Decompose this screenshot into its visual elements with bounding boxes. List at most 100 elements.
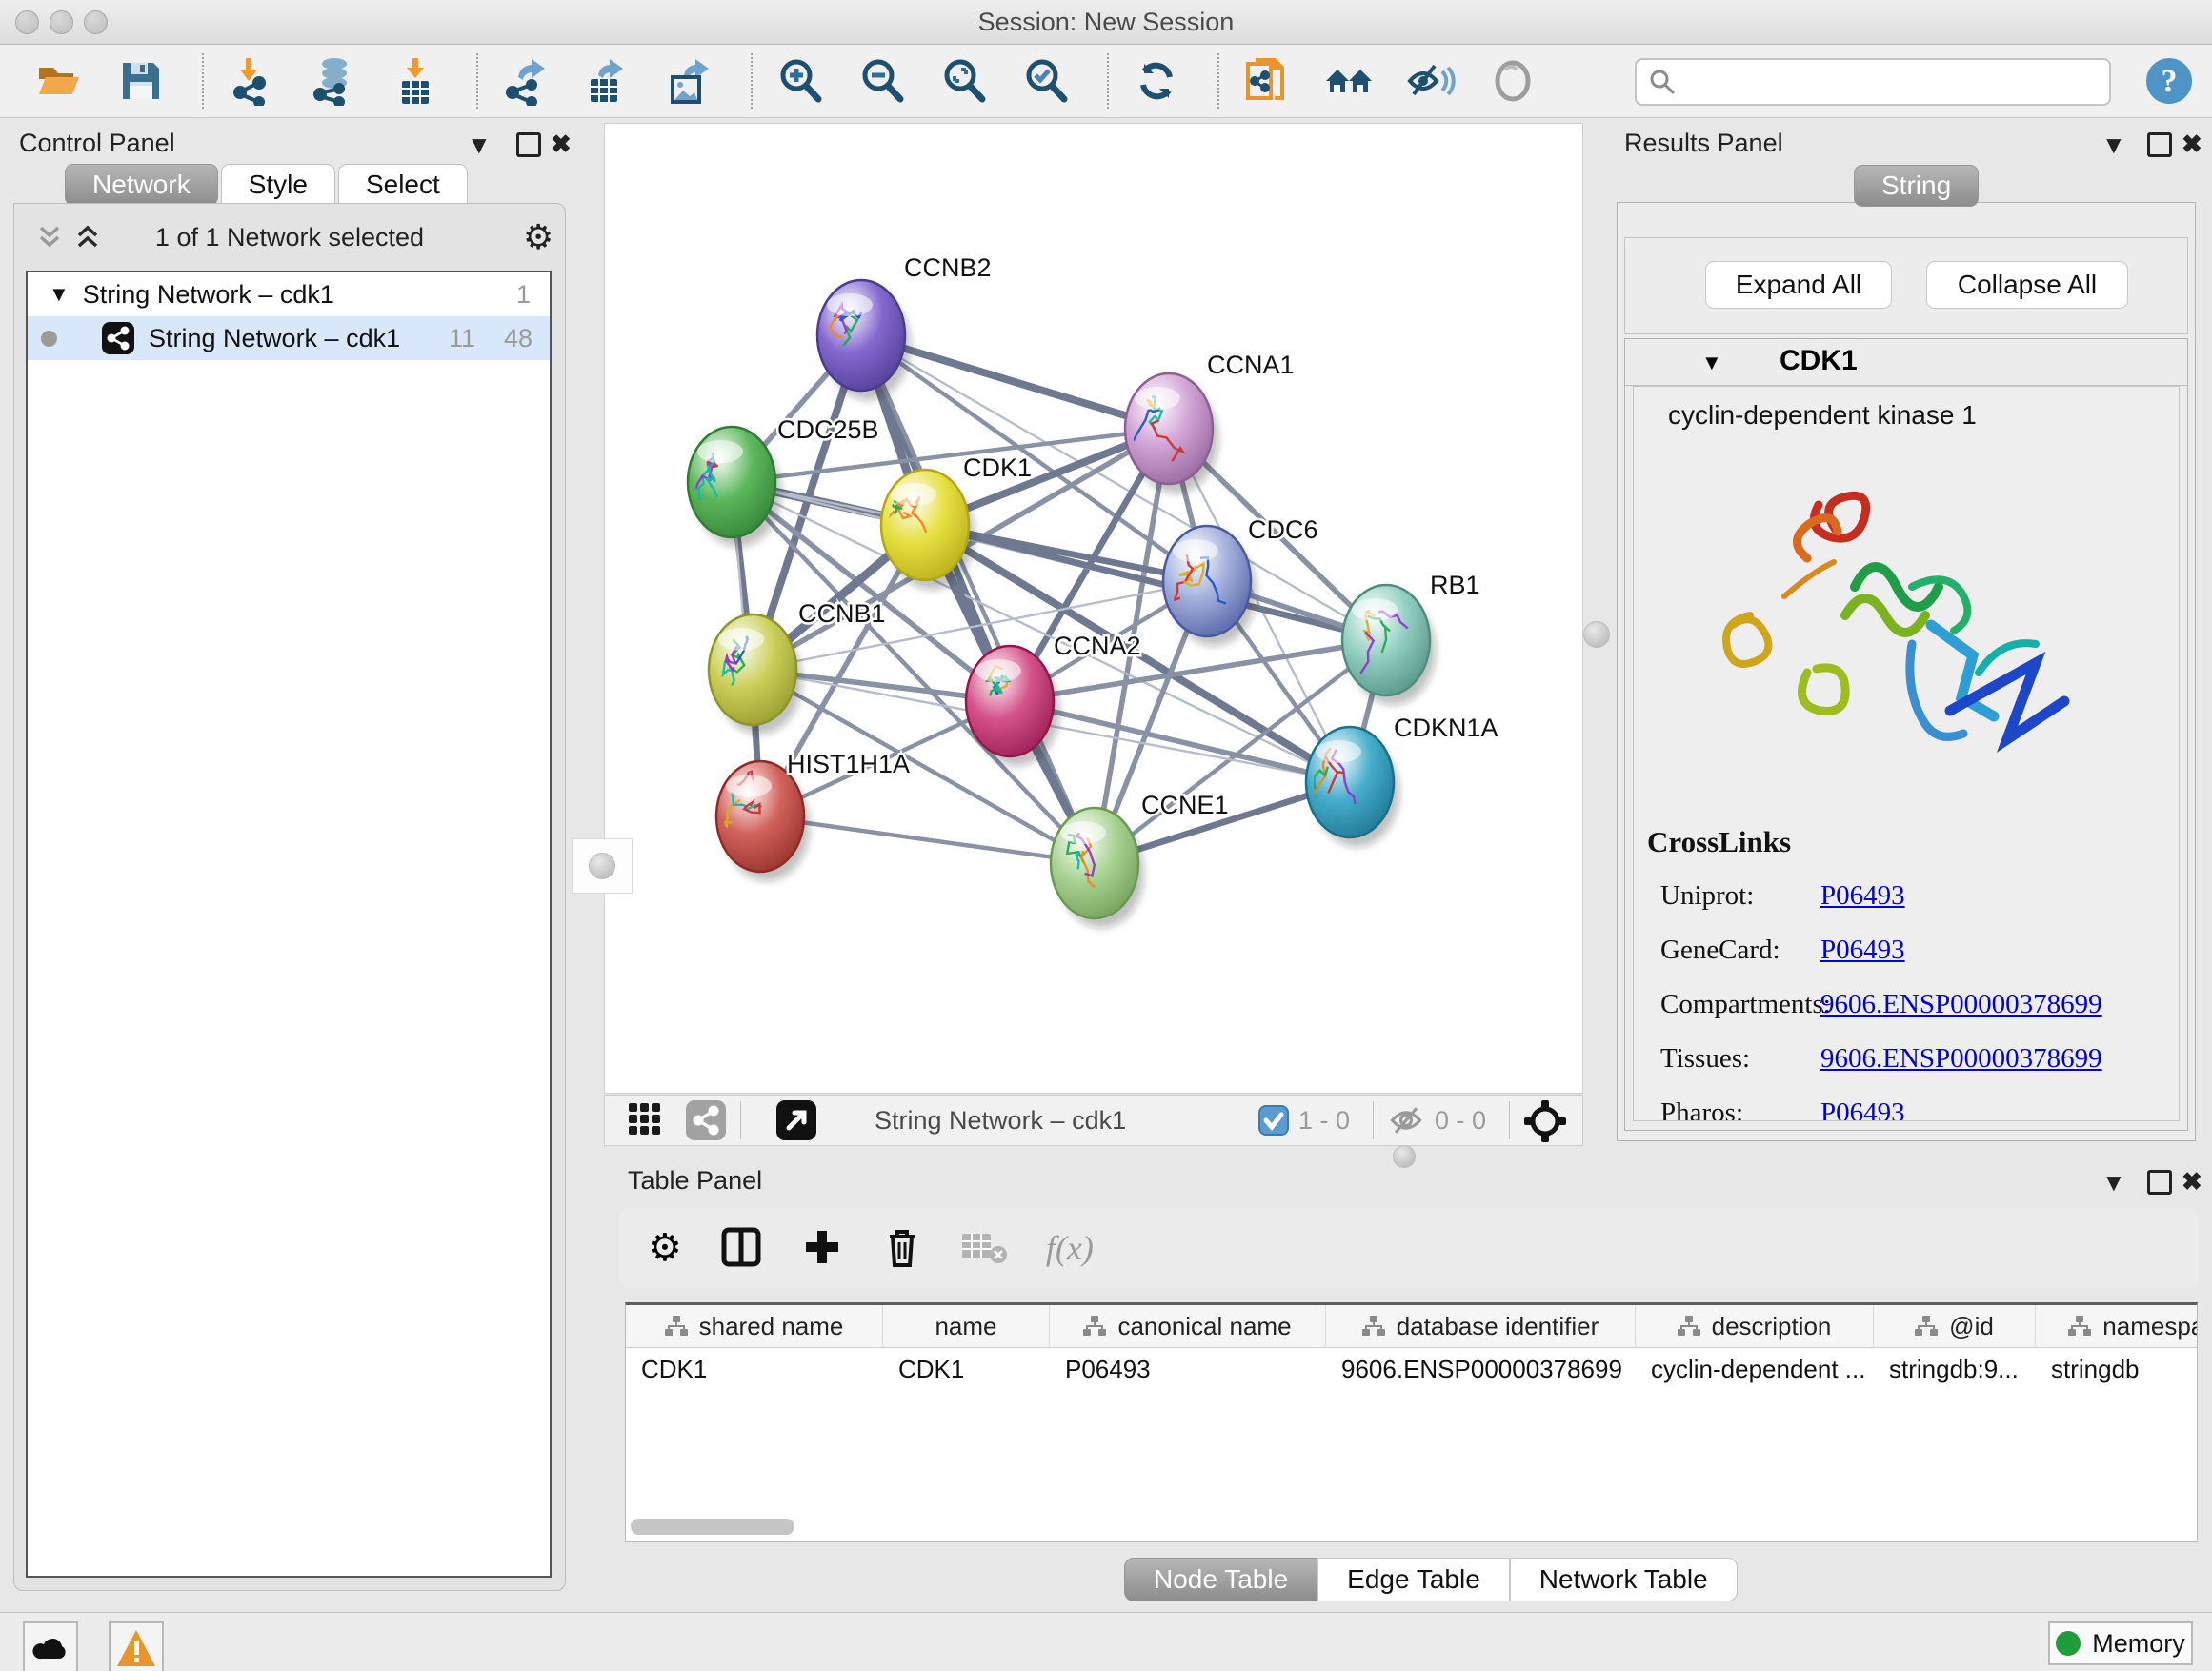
tab-style[interactable]: Style [221,164,335,206]
column-header-database-identifier[interactable]: database identifier [1326,1305,1636,1347]
network-edge[interactable] [760,816,1095,863]
hidden-eye-icon[interactable] [1387,1101,1425,1139]
save-session-button[interactable] [114,54,168,108]
left-splitter-handle[interactable] [572,838,633,894]
column-header-description[interactable]: description [1636,1305,1874,1347]
gear-icon[interactable]: ⚙ [523,217,553,257]
panel-close-icon[interactable]: ✖ [2182,1167,2202,1196]
zoom-fit-button[interactable] [937,54,991,108]
table-cell[interactable]: cyclin-dependent ... [1636,1348,1874,1390]
expand-all-button[interactable]: Expand All [1705,261,1892,309]
panel-menu-icon[interactable]: ▼ [2101,131,2126,159]
network-edge[interactable] [861,335,1095,863]
view-grid-button[interactable] [626,1099,664,1141]
tab-node-table[interactable]: Node Table [1124,1558,1317,1601]
panel-float-icon[interactable] [2147,1170,2172,1195]
network-node-CDK1[interactable] [881,470,969,580]
crosslink-link[interactable]: P06493 [1820,935,1905,966]
entry-header[interactable]: ▼ CDK1 [1625,339,2187,386]
tab-select[interactable]: Select [338,164,468,206]
crosslink-link[interactable]: P06493 [1820,1097,1905,1121]
table-cell[interactable]: CDK1 [883,1348,1050,1390]
selected-checkbox-icon[interactable] [1258,1105,1289,1136]
help-button[interactable]: ? [2145,57,2193,105]
column-header-shared-name[interactable]: shared name [626,1305,883,1347]
right-splitter-handle[interactable] [1583,621,1610,648]
window-zoom-button[interactable] [84,10,108,34]
panel-menu-icon[interactable]: ▼ [467,131,492,159]
network-node-RB1[interactable] [1342,585,1430,695]
table-row[interactable]: CDK1CDK1P064939606.ENSP00000378699cyclin… [626,1348,2197,1390]
refresh-button[interactable] [1130,54,1183,108]
import-database-button[interactable] [307,54,360,108]
export-network-button[interactable] [499,54,553,108]
column-header-namespace[interactable]: namespace [2036,1305,2198,1347]
panel-close-icon[interactable]: ✖ [2182,130,2202,158]
import-table-button[interactable] [389,54,442,108]
panel-close-icon[interactable]: ✖ [551,130,572,158]
open-session-button[interactable] [32,54,86,108]
network-node-CCNA2[interactable] [966,646,1054,756]
network-node-CDC6[interactable] [1163,526,1251,636]
horizontal-splitter-handle[interactable] [1393,1145,1416,1168]
network-canvas[interactable]: CCNB2CCNA1CDC25BCDK1CDC6RB1CCNB1CCNA2CDK… [604,123,1583,1094]
results-panel-body: Expand All Collapse All ▼ CDK1 cyclin-de… [1617,202,2196,1141]
table-cell[interactable]: stringdb:9... [1874,1348,2036,1390]
tab-edge-table[interactable]: Edge Table [1317,1558,1510,1601]
function-builder-label[interactable]: f(x) [1046,1228,1094,1268]
crosslink-link[interactable]: 9606.ENSP00000378699 [1820,989,2102,1020]
zoom-selected-button[interactable] [1019,54,1073,108]
network-node-CCNB2[interactable] [817,280,905,391]
view-network-button[interactable] [685,1099,727,1141]
search-input[interactable] [1684,67,2109,98]
window-close-button[interactable] [15,10,39,34]
preview-button[interactable] [1486,54,1539,108]
crosslink-link[interactable]: P06493 [1820,880,1905,912]
add-column-button[interactable] [800,1223,844,1273]
network-node-CCNA1[interactable] [1125,373,1213,484]
tab-network[interactable]: Network [65,164,218,206]
network-node-CCNB1[interactable] [709,614,796,725]
column-header-id[interactable]: @id [1874,1305,2036,1347]
share-document-button[interactable] [1240,54,1294,108]
network-node-CDKN1A[interactable] [1306,727,1394,837]
network-tree-child-row[interactable]: String Network – cdk1 11 48 [28,316,550,360]
delete-table-button[interactable] [960,1223,1008,1273]
table-horizontal-scrollbar[interactable] [631,1519,794,1535]
window-minimize-button[interactable] [50,10,73,34]
zoom-out-button[interactable] [855,54,909,108]
panel-float-icon[interactable] [516,132,541,157]
preview-eye-icon [1488,56,1538,106]
warnings-button[interactable] [109,1621,164,1671]
export-table-button[interactable] [581,54,634,108]
crosslink-link[interactable]: 9606.ENSP00000378699 [1820,1043,2102,1075]
network-node-CDC25B[interactable] [688,427,775,537]
import-network-button[interactable] [225,54,278,108]
memory-button[interactable]: Memory [2048,1621,2193,1665]
fit-selected-button[interactable] [1523,1099,1567,1141]
collapse-all-button[interactable]: Collapse All [1926,261,2128,309]
collapse-caret-icon[interactable]: ▼ [1701,351,1722,375]
zoom-in-button[interactable] [774,54,827,108]
delete-column-button[interactable] [880,1223,924,1273]
export-image-button[interactable] [663,54,716,108]
string-homes-button[interactable] [1322,54,1376,108]
panel-float-icon[interactable] [2147,132,2172,157]
network-node-CCNE1[interactable] [1051,808,1138,918]
table-cell[interactable]: stringdb [2036,1348,2198,1390]
tab-network-table[interactable]: Network Table [1510,1558,1738,1601]
show-columns-button[interactable] [718,1223,764,1273]
column-header-name[interactable]: name [883,1305,1050,1347]
table-cell[interactable]: CDK1 [626,1348,883,1390]
hide-unhide-button[interactable] [1404,54,1458,108]
cloud-button[interactable] [23,1621,78,1671]
column-header-canonical-name[interactable]: canonical name [1050,1305,1326,1347]
table-settings-gear-icon[interactable]: ⚙ [648,1226,682,1270]
panel-menu-icon[interactable]: ▼ [2101,1168,2126,1197]
table-cell[interactable]: P06493 [1050,1348,1326,1390]
network-tree-root-row[interactable]: ▼ String Network – cdk1 1 [28,272,550,316]
tab-string[interactable]: String [1854,165,1979,207]
birdseye-button[interactable] [775,1099,817,1141]
tree-expand-caret-icon[interactable]: ▼ [49,282,70,307]
table-cell[interactable]: 9606.ENSP00000378699 [1326,1348,1636,1390]
